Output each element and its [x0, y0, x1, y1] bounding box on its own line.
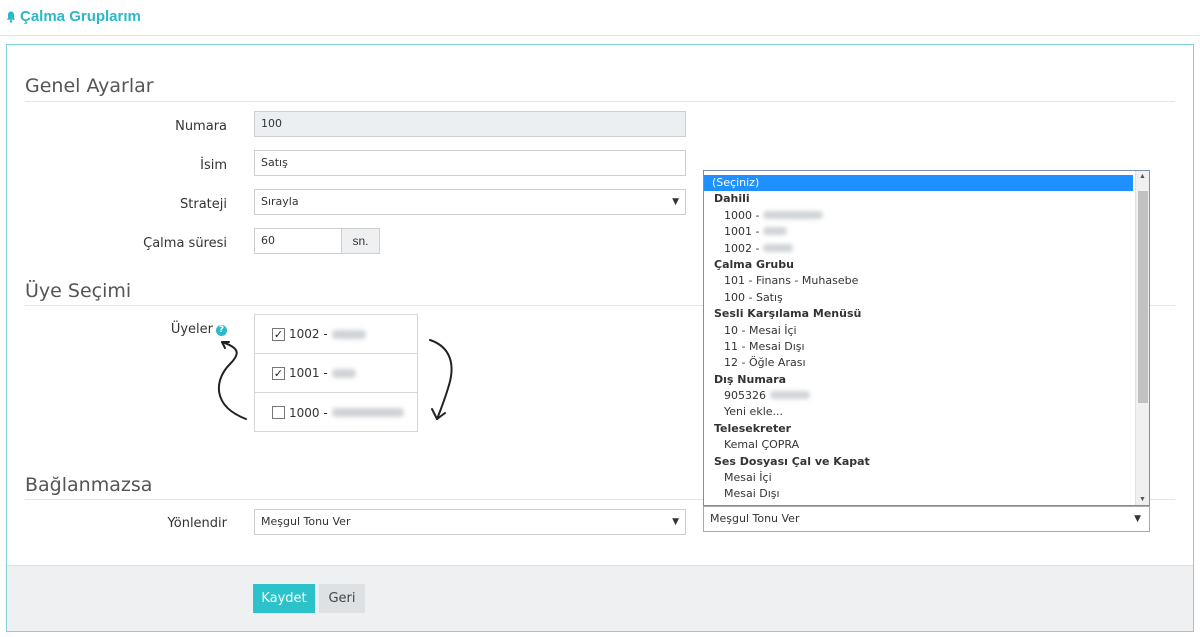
- section-title-no-answer: Bağlanmazsa: [25, 474, 153, 496]
- list-item[interactable]: ✓ 1001 -: [255, 354, 417, 393]
- member-checkbox[interactable]: [272, 406, 285, 419]
- chevron-down-icon: ▼: [672, 517, 679, 527]
- dropdown-option[interactable]: Mesai İçi: [704, 470, 1133, 486]
- destination-select[interactable]: Meşgul Tonu Ver ▼: [703, 506, 1150, 532]
- scroll-up-icon[interactable]: ▲: [1139, 173, 1146, 180]
- member-label: 1001 -: [289, 366, 328, 380]
- member-checkbox[interactable]: ✓: [272, 327, 285, 341]
- strategy-label: Strateji: [180, 197, 227, 212]
- dropdown-option-text: Dahili: [714, 192, 750, 206]
- redacted-text: [770, 391, 810, 400]
- dropdown-option[interactable]: 11 - Mesai Dışı: [704, 339, 1133, 355]
- dropdown-option-text: 1001 -: [724, 225, 760, 239]
- dropdown-group-label: Çalma Grubu: [704, 257, 1133, 273]
- list-item[interactable]: 1000 -: [255, 393, 417, 432]
- strategy-select-value: Sırayla: [261, 195, 299, 208]
- name-field[interactable]: Satış: [254, 150, 686, 176]
- dropdown-option[interactable]: 12 - Öğle Arası: [704, 355, 1133, 371]
- dropdown-option[interactable]: 10 - Mesai İçi: [704, 323, 1133, 339]
- dropdown-option-text: (Seçiniz): [712, 176, 760, 189]
- redacted-text: [331, 408, 404, 417]
- scrollbar-thumb[interactable]: [1138, 191, 1148, 403]
- redacted-text: [763, 243, 794, 252]
- scrollbar[interactable]: ▲ ▼: [1135, 171, 1149, 505]
- dropdown-option-text: Yeni ekle...: [724, 405, 784, 419]
- dropdown-option[interactable]: 1002 -: [704, 241, 1133, 257]
- strategy-select[interactable]: Sırayla ▼: [254, 189, 686, 215]
- dropdown-option[interactable]: Mesai Dışı: [704, 486, 1133, 502]
- page-title: Çalma Gruplarım: [6, 8, 141, 25]
- dropdown-option[interactable]: 1000 -: [704, 208, 1133, 224]
- number-label: Numara: [175, 119, 227, 134]
- dropdown-option-text: Sesli Karşılama Menüsü: [714, 307, 862, 321]
- chevron-down-icon: ▼: [1134, 514, 1141, 524]
- drag-curved-arrow-icon: [217, 341, 247, 420]
- dropdown-option[interactable]: 905326: [704, 388, 1133, 404]
- dropdown-option-text: Mesai İçi: [724, 471, 772, 485]
- dropdown-option-text: 100 - Satış: [724, 290, 783, 304]
- bell-icon: [6, 11, 16, 23]
- redacted-text: [331, 329, 366, 339]
- dropdown-option-text: 101 - Finans - Muhasebe: [724, 274, 859, 288]
- page-header: Çalma Gruplarım: [0, 0, 1200, 36]
- redirect-select[interactable]: Meşgul Tonu Ver ▼: [254, 509, 686, 535]
- dropdown-option-text: 10 - Mesai İçi: [724, 323, 797, 337]
- ring-time-unit: sn.: [341, 228, 380, 254]
- dropdown-option-text: Mesai Dışı: [724, 487, 780, 501]
- dropdown-options: (Seçiniz) Dahili 1000 - 1001 - 1002 - Çalma G…: [704, 171, 1149, 503]
- dropdown-option-text: 905326: [724, 389, 766, 403]
- member-checkbox[interactable]: ✓: [272, 366, 285, 380]
- redirect-label: Yönlendir: [167, 516, 227, 531]
- dropdown-option-text: 12 - Öğle Arası: [724, 356, 806, 370]
- page-title-text: Çalma Gruplarım: [20, 8, 141, 25]
- members-list: ✓ 1002 - ✓ 1001 - 1000 -: [254, 314, 418, 432]
- member-label: 1002 -: [289, 327, 328, 341]
- dropdown-option-text: Telesekreter: [714, 421, 792, 435]
- dropdown-option[interactable]: 101 - Finans - Muhasebe: [704, 273, 1133, 289]
- number-field[interactable]: 100: [254, 111, 686, 137]
- dropdown-option-text: Kemal ÇOPRA: [724, 438, 800, 452]
- dropdown-option[interactable]: Kemal ÇOPRA: [704, 437, 1133, 453]
- dropdown-option-text: 11 - Mesai Dışı: [724, 339, 805, 353]
- dropdown-option-text: 1000 -: [724, 208, 760, 222]
- ring-time-label: Çalma süresi: [143, 236, 227, 251]
- redacted-text: [763, 210, 824, 219]
- dropdown-group-label: Dahili: [704, 191, 1133, 207]
- dropdown-option[interactable]: (Seçiniz): [704, 175, 1133, 192]
- dropdown-group-label: Telesekreter: [704, 421, 1133, 437]
- dropdown-option-text: Çalma Grubu: [714, 257, 794, 271]
- help-icon[interactable]: ?: [216, 325, 227, 336]
- back-button[interactable]: Geri: [319, 584, 365, 613]
- name-label: İsim: [200, 158, 227, 173]
- destination-dropdown-list[interactable]: (Seçiniz) Dahili 1000 - 1001 - 1002 - Çalma G…: [703, 170, 1150, 506]
- dropdown-option-text: 1002 -: [724, 241, 760, 255]
- drag-curved-arrow-icon: [429, 339, 453, 420]
- section-title-members: Üye Seçimi: [25, 280, 132, 302]
- dropdown-option[interactable]: 1001 -: [704, 224, 1133, 240]
- member-label: 1000 -: [289, 405, 328, 420]
- dropdown-option[interactable]: Yeni ekle...: [704, 404, 1133, 420]
- chevron-down-icon: ▼: [672, 197, 679, 207]
- ring-time-field[interactable]: 60: [254, 228, 342, 254]
- redacted-text: [331, 368, 356, 378]
- dropdown-group-label: Ses Dosyası Çal ve Kapat: [704, 454, 1133, 470]
- redacted-text: [763, 227, 788, 236]
- list-item[interactable]: ✓ 1002 -: [255, 315, 417, 354]
- redirect-select-value: Meşgul Tonu Ver: [261, 515, 351, 528]
- dropdown-option-text: Dış Numara: [714, 372, 787, 386]
- dropdown-group-label: Sesli Karşılama Menüsü: [704, 306, 1133, 322]
- section-title-general: Genel Ayarlar: [25, 75, 154, 97]
- destination-select-value: Meşgul Tonu Ver: [710, 512, 800, 525]
- section-divider: [25, 101, 1175, 102]
- dropdown-option[interactable]: 100 - Satış: [704, 290, 1133, 306]
- dropdown-option-text: Ses Dosyası Çal ve Kapat: [714, 454, 870, 468]
- members-label-text: Üyeler: [170, 322, 213, 337]
- dropdown-group-label: Dış Numara: [704, 372, 1133, 388]
- members-label: Üyeler?: [7, 322, 227, 337]
- form-footer: Kaydet Geri: [7, 565, 1193, 631]
- scroll-down-icon[interactable]: ▼: [1139, 496, 1146, 503]
- save-button[interactable]: Kaydet: [253, 584, 315, 613]
